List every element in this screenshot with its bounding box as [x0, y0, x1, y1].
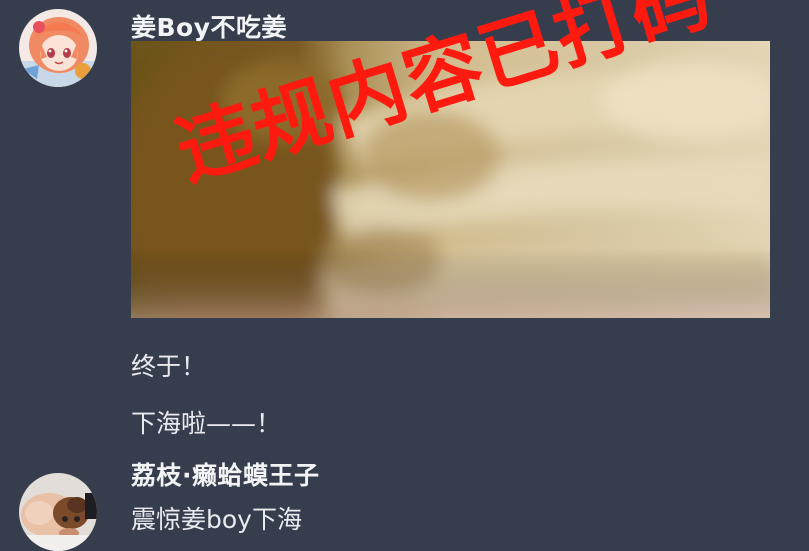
- message-text: 震惊姜boy下海: [131, 505, 302, 534]
- user-avatar[interactable]: [19, 9, 97, 87]
- message-group-1: 姜Boy不吃姜 违规内容已打码 终于！ 下海啦——！: [0, 0, 809, 450]
- user-avatar[interactable]: [19, 473, 97, 551]
- image-attachment[interactable]: [131, 41, 770, 318]
- blurred-image: [131, 41, 770, 318]
- photo-avatar-icon: [19, 473, 97, 551]
- anime-girl-avatar-icon: [19, 9, 97, 87]
- message-group-2: 荔枝·癞蛤蟆王子 震惊姜boy下海: [0, 450, 809, 551]
- username[interactable]: 荔枝·癞蛤蟆王子: [131, 456, 320, 492]
- message-text: 下海啦——！: [131, 409, 282, 438]
- username[interactable]: 姜Boy不吃姜: [131, 8, 287, 44]
- message-text: 终于！: [131, 352, 207, 381]
